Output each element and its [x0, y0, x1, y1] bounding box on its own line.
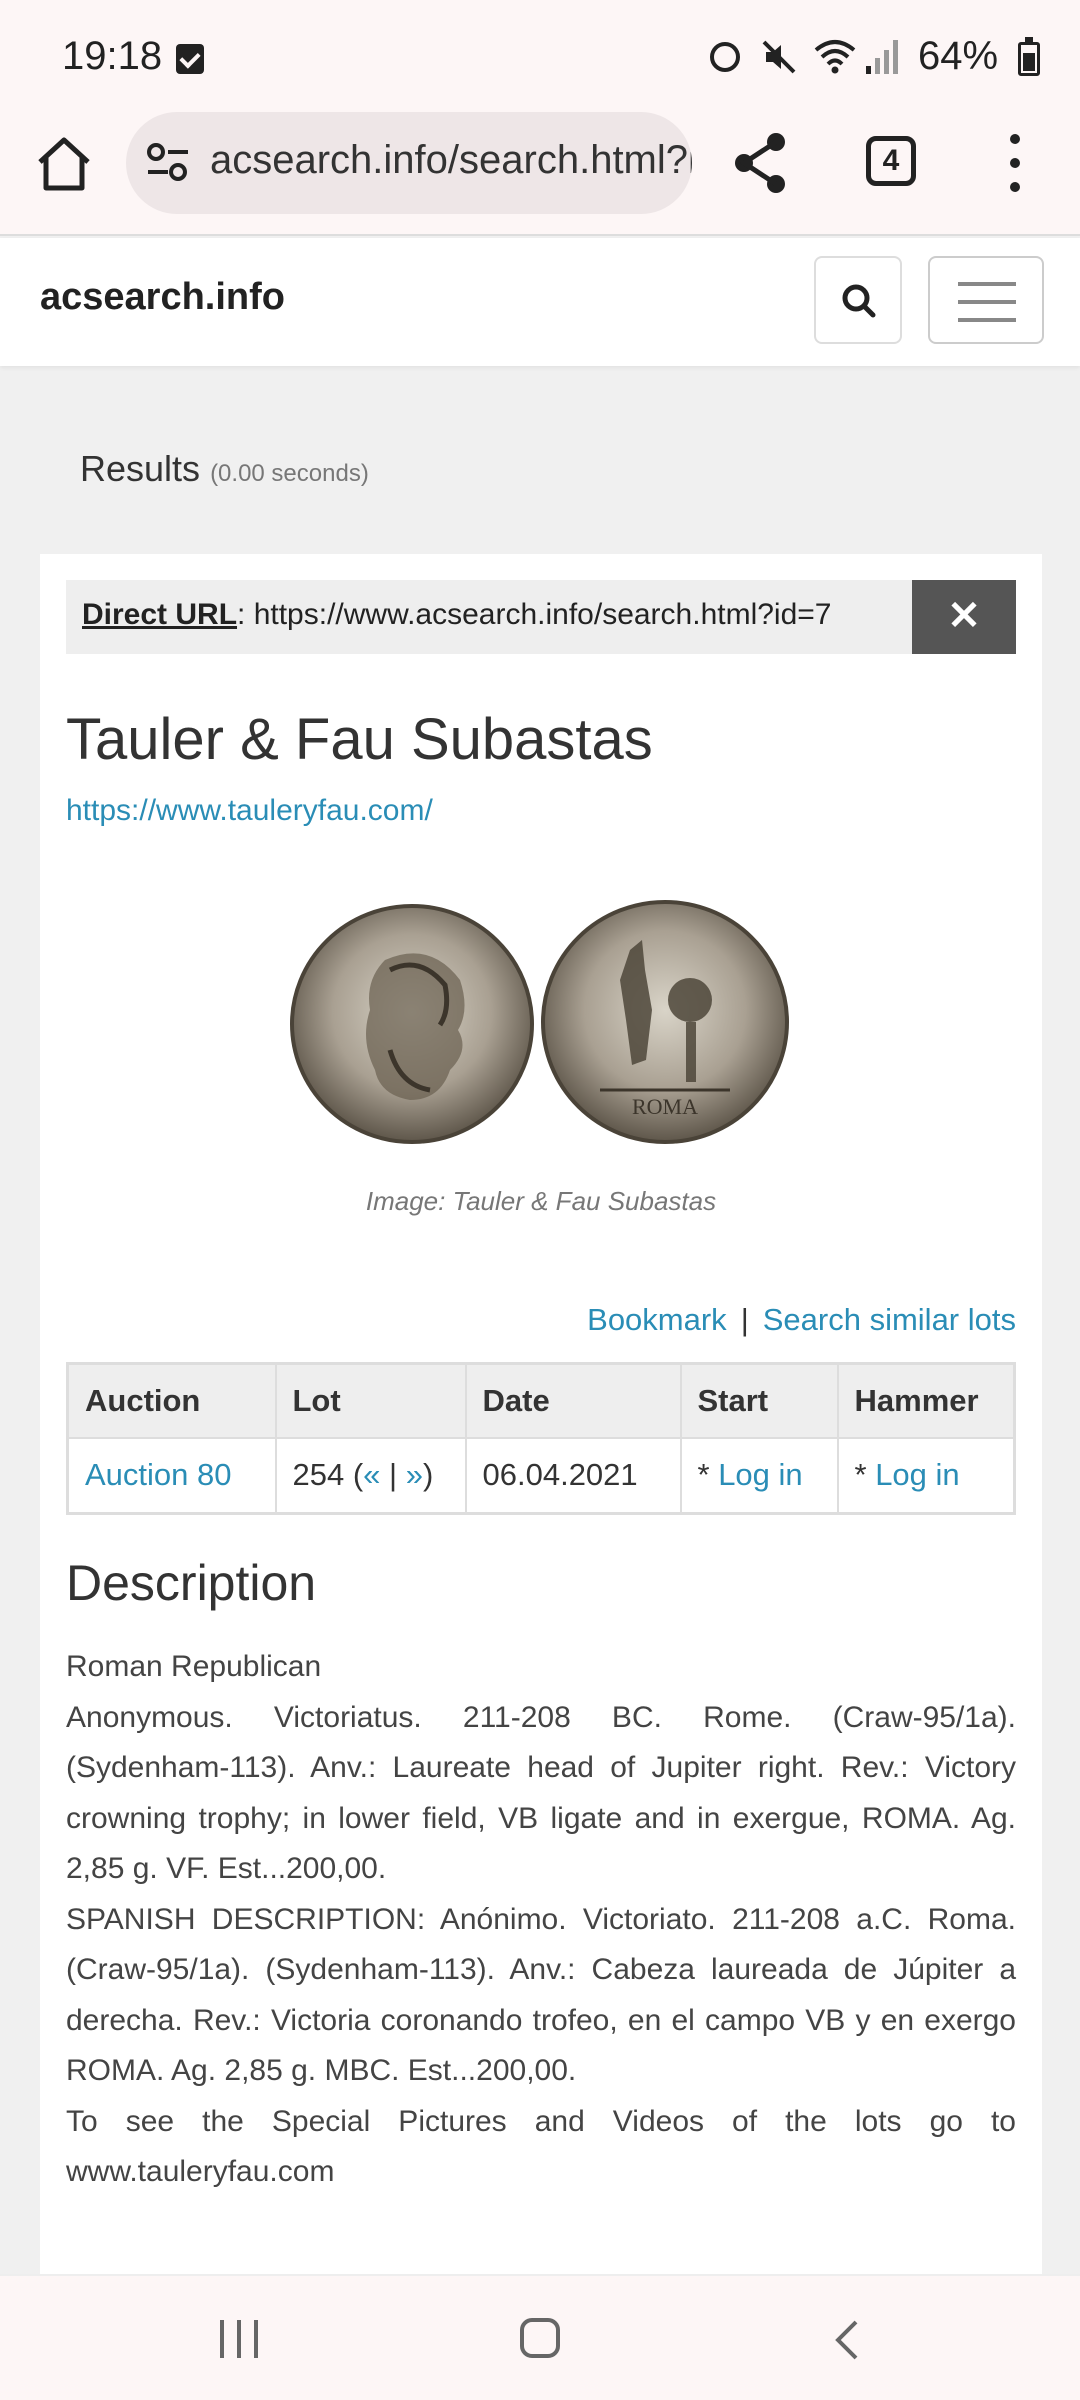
search-similar-link[interactable]: Search similar lots — [763, 1302, 1016, 1337]
coin-image[interactable]: ROMA — [290, 900, 790, 1150]
system-nav-bar — [0, 2274, 1080, 2400]
description-line: SPANISH DESCRIPTION: Anónimo. Victoriato… — [66, 1902, 1016, 2088]
direct-url-text[interactable]: Direct URL: https://www.acsearch.info/se… — [82, 598, 912, 632]
address-bar[interactable]: acsearch.info/search.html?id=7 — [126, 112, 692, 214]
mute-icon — [762, 40, 796, 74]
action-separator: | — [740, 1302, 749, 1337]
description-line: Anonymous. Victoriatus. 211-208 BC. Rome… — [66, 1700, 1016, 1886]
direct-url-bar: Direct URL: https://www.acsearch.info/se… — [66, 580, 1016, 654]
close-direct-url-button[interactable]: ✕ — [912, 580, 1016, 654]
image-caption: Image: Tauler & Fau Subastas — [365, 1186, 717, 1216]
cell-start: * Log in — [679, 1436, 839, 1515]
hamburger-menu-button[interactable] — [928, 256, 1044, 344]
description-body: Roman Republican Anonymous. Victoriatus.… — [66, 1642, 1016, 2198]
header-start: Start — [679, 1362, 839, 1439]
signal-icon — [866, 40, 898, 74]
home-icon[interactable] — [34, 134, 94, 194]
hammer-asterisk: * — [854, 1457, 876, 1493]
table-header-row: Auction Lot Date Start Hammer — [66, 1362, 1016, 1439]
header-hammer: Hammer — [836, 1362, 1016, 1439]
results-time: (0.00 seconds) — [210, 460, 369, 487]
coin-reverse: ROMA — [541, 900, 789, 1144]
auction-link[interactable]: Auction 80 — [85, 1457, 232, 1492]
wifi-icon — [814, 40, 856, 74]
url-text[interactable]: acsearch.info/search.html?id=7 — [210, 138, 692, 183]
more-options-icon[interactable] — [1006, 132, 1026, 196]
cell-hammer: * Log in — [836, 1436, 1016, 1515]
direct-url-value: : https://www.acsearch.info/search.html?… — [237, 598, 832, 631]
start-asterisk: * — [697, 1457, 719, 1493]
site-settings-icon[interactable] — [146, 142, 190, 182]
bookmark-link[interactable]: Bookmark — [587, 1302, 727, 1337]
recent-apps-icon[interactable] — [220, 2320, 260, 2358]
description-line: To see the Special Pictures and Videos o… — [66, 2104, 1016, 2189]
battery-icon — [1018, 37, 1040, 76]
back-icon[interactable] — [832, 2320, 862, 2360]
site-header: acsearch.info — [0, 238, 1080, 366]
coin-legend: ROMA — [632, 1094, 698, 1119]
alarm-icon — [710, 42, 740, 72]
next-lot-link[interactable]: » — [406, 1457, 423, 1492]
site-brand[interactable]: acsearch.info — [40, 276, 285, 319]
cell-auction: Auction 80 — [66, 1436, 277, 1515]
header-auction: Auction — [66, 1362, 277, 1439]
nav-home-icon[interactable] — [520, 2318, 560, 2358]
notification-check-icon — [176, 44, 204, 74]
coin-obverse — [290, 904, 534, 1144]
direct-url-label: Direct URL — [82, 598, 238, 631]
status-bar: 19:18 64% — [0, 0, 1080, 112]
header-lot: Lot — [274, 1362, 467, 1439]
share-icon[interactable] — [730, 130, 790, 196]
battery-percent: 64% — [918, 34, 999, 78]
status-time: 19:18 — [62, 34, 163, 78]
auction-house-title: Tauler & Fau Subastas — [66, 707, 653, 772]
description-line: Roman Republican — [66, 1650, 322, 1683]
table-row: Auction 80 254 (« | ») 06.04.2021 * Log … — [66, 1436, 1016, 1515]
hammer-login-link[interactable]: Log in — [875, 1457, 959, 1492]
lot-table: Auction Lot Date Start Hammer Auction 80… — [66, 1362, 1016, 1515]
results-heading: Results (0.00 seconds) — [80, 448, 369, 490]
cell-lot: 254 (« | ») — [274, 1436, 467, 1515]
browser-toolbar: acsearch.info/search.html?id=7 4 — [0, 112, 1080, 236]
search-icon — [842, 284, 876, 318]
lot-actions: Bookmark | Search similar lots — [587, 1302, 1016, 1338]
results-title: Results — [80, 448, 201, 489]
start-login-link[interactable]: Log in — [718, 1457, 802, 1492]
tab-switcher-button[interactable]: 4 — [866, 136, 916, 186]
site-search-button[interactable] — [814, 256, 902, 344]
lot-number: 254 — [292, 1457, 345, 1493]
status-icons: 64% — [700, 30, 1080, 80]
auction-house-link[interactable]: https://www.tauleryfau.com/ — [66, 794, 433, 828]
prev-lot-link[interactable]: « — [363, 1457, 380, 1492]
description-title: Description — [66, 1555, 317, 1611]
lot-card: Direct URL: https://www.acsearch.info/se… — [40, 554, 1042, 2400]
cell-date: 06.04.2021 — [464, 1436, 682, 1515]
header-date: Date — [464, 1362, 682, 1439]
